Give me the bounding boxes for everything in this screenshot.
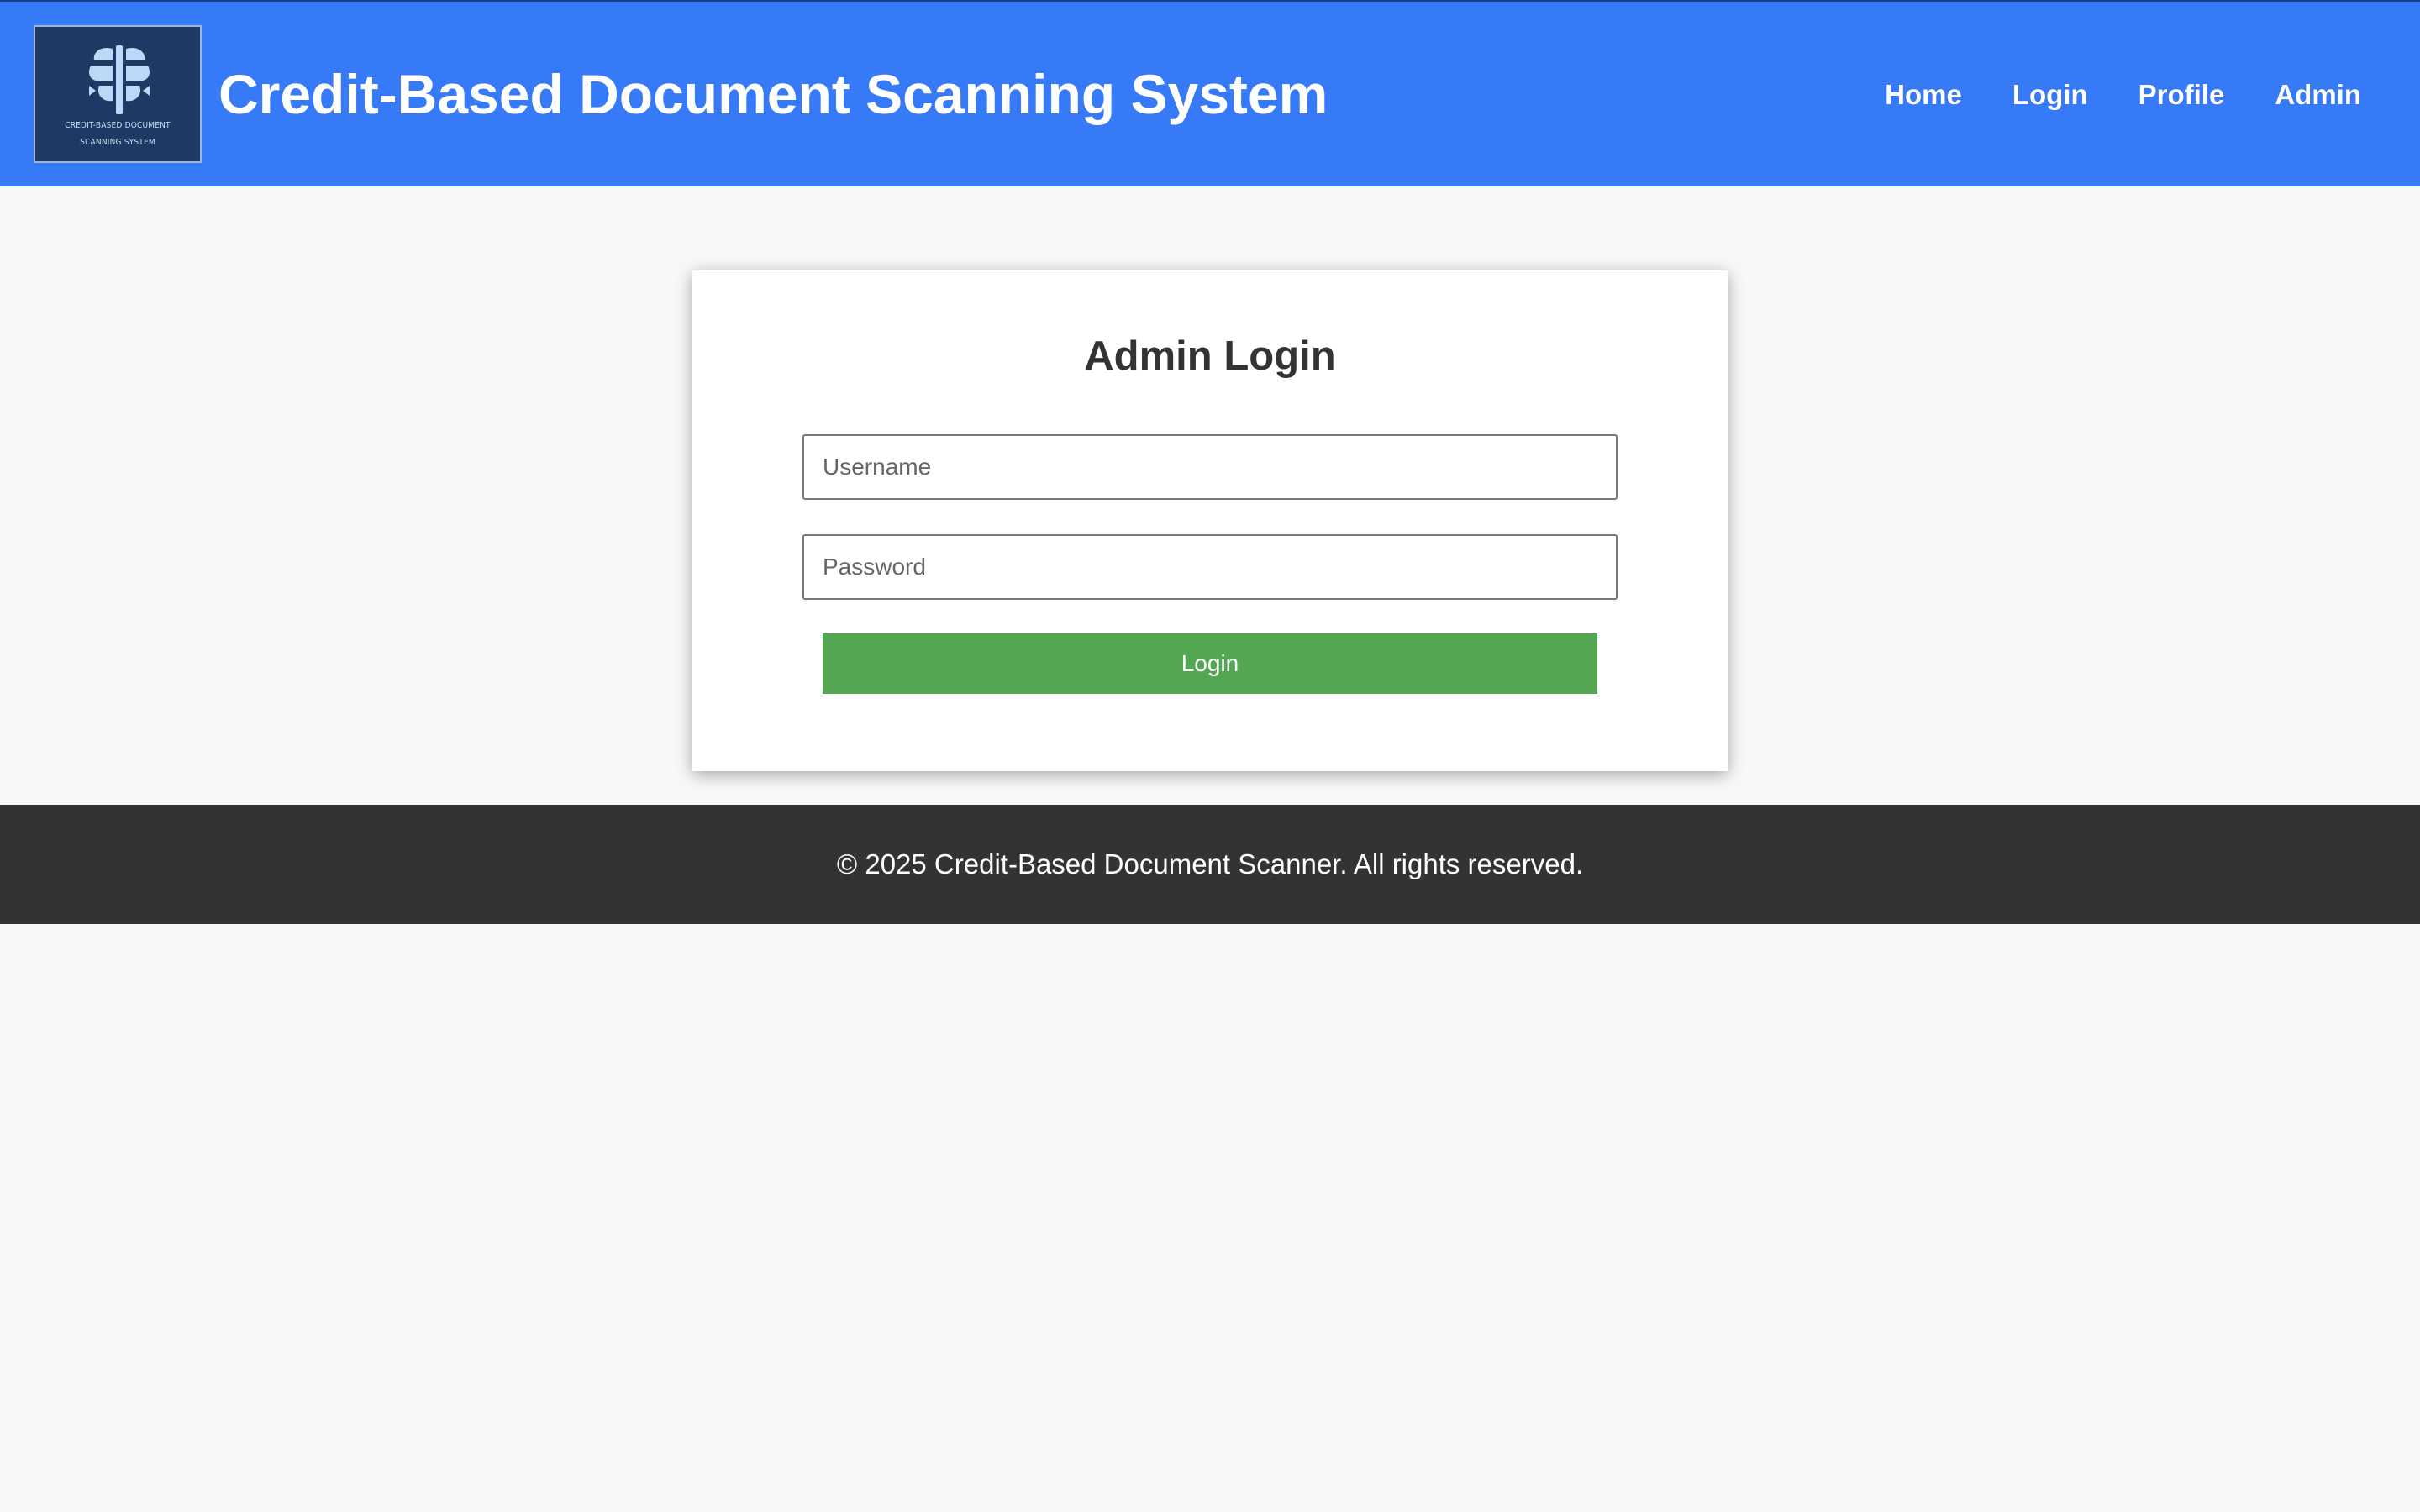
login-title: Admin Login	[1084, 333, 1336, 379]
copyright-text: © 2025 Credit-Based Document Scanner. Al…	[836, 848, 1584, 879]
nav-link-login[interactable]: Login	[2012, 74, 2088, 116]
password-input[interactable]	[802, 534, 1618, 600]
site-footer: © 2025 Credit-Based Document Scanner. Al…	[0, 805, 2420, 924]
logo-line-1: CREDIT-BASED DOCUMENT	[65, 121, 171, 130]
username-input[interactable]	[802, 434, 1618, 500]
nav-link-home[interactable]: Home	[1885, 74, 1962, 116]
logo-line-2: SCANNING SYSTEM	[80, 138, 155, 147]
site-header: CREDIT-BASED DOCUMENT SCANNING SYSTEM Cr…	[0, 0, 2420, 186]
site-logo[interactable]: CREDIT-BASED DOCUMENT SCANNING SYSTEM	[34, 25, 202, 163]
nav-link-admin[interactable]: Admin	[2275, 74, 2361, 116]
site-title: Credit-Based Document Scanning System	[218, 63, 1328, 125]
nav-link-profile[interactable]: Profile	[2139, 74, 2225, 116]
login-button[interactable]: Login	[823, 633, 1597, 694]
admin-login-card: Admin Login Login	[692, 270, 1728, 771]
main-nav: Home Login Profile Admin	[1885, 74, 2361, 116]
